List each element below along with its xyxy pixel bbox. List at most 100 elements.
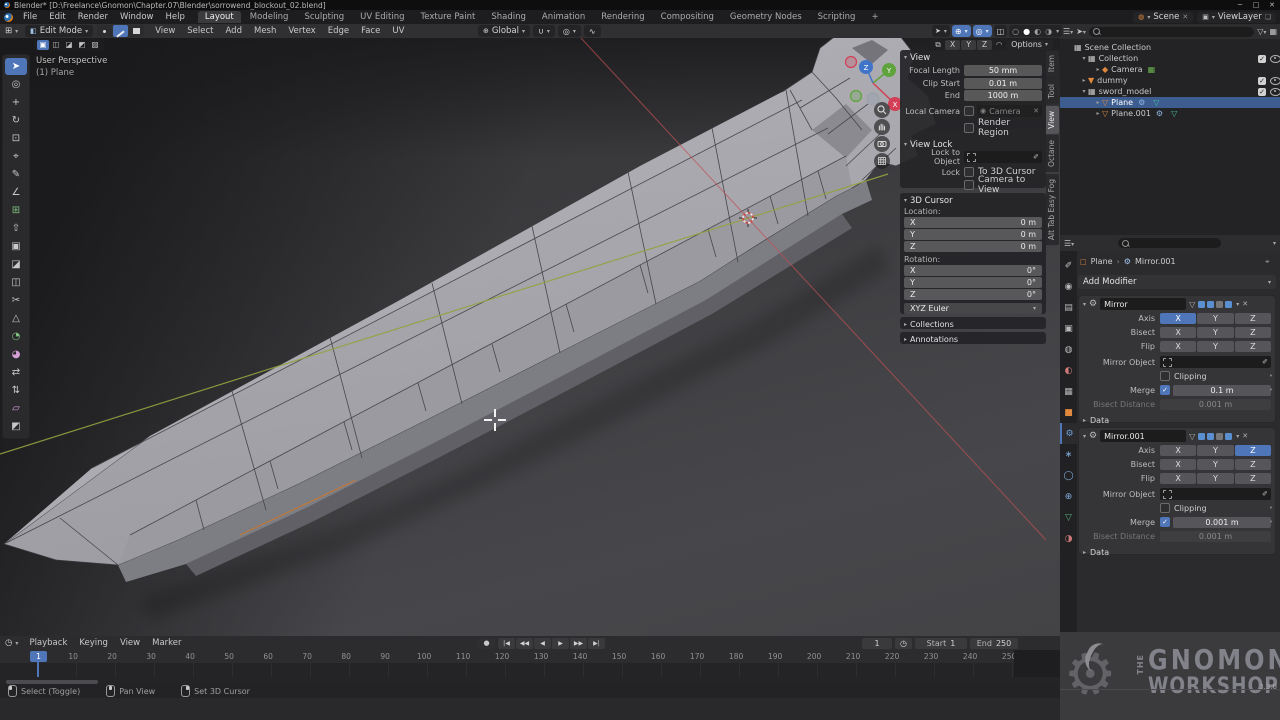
properties-tab-output[interactable]: ▤: [1060, 297, 1077, 318]
workspace-tab-uv-editing[interactable]: UV Editing: [353, 11, 411, 23]
properties-tab-physics[interactable]: ◯: [1060, 465, 1077, 486]
modifier-0-flip-y-button[interactable]: Y: [1197, 341, 1233, 352]
collections-panel[interactable]: ▸Collections: [900, 317, 1046, 329]
properties-tab-render[interactable]: ◉: [1060, 276, 1077, 297]
viewport-menu-edge[interactable]: Edge: [322, 26, 355, 36]
cursor-rotation-z-field[interactable]: Z0°: [904, 289, 1042, 300]
maximize-button[interactable]: □: [1248, 1, 1264, 10]
current-frame-indicator[interactable]: 1: [30, 651, 47, 662]
modifier-1-axis-z-button[interactable]: Z: [1235, 445, 1271, 456]
close-button[interactable]: ✕: [1264, 1, 1280, 10]
minimize-button[interactable]: ─: [1232, 1, 1248, 10]
mirror-object-field[interactable]: ✐: [1160, 356, 1271, 368]
properties-tab-view-layer[interactable]: ▣: [1060, 318, 1077, 339]
expand-icon[interactable]: ▸: [1083, 549, 1086, 556]
render-display-toggle[interactable]: [1225, 433, 1232, 440]
delete-modifier-icon[interactable]: ✕: [1242, 300, 1248, 308]
select-mode-option-1[interactable]: ◫: [50, 40, 62, 50]
workspace-tab-geometry-nodes[interactable]: Geometry Nodes: [723, 11, 809, 23]
modifier-1-flip-x-button[interactable]: X: [1160, 473, 1196, 484]
outliner-display-mode[interactable]: ☰▾: [1063, 27, 1073, 36]
workspace-tab-texture-paint[interactable]: Texture Paint: [414, 11, 483, 23]
menu-help[interactable]: Help: [159, 12, 190, 22]
realtime-display-toggle[interactable]: [1207, 301, 1214, 308]
select-mode-option-0[interactable]: ▣: [37, 40, 49, 50]
transform-orientation[interactable]: ⊕ Global ▾: [478, 25, 530, 37]
timeline-menu-playback[interactable]: Playback: [23, 638, 73, 648]
modifier-1-bisect-y-button[interactable]: Y: [1197, 459, 1233, 470]
jump-to-end-button[interactable]: ▶|: [588, 638, 605, 649]
vertex-select-button[interactable]: [97, 25, 112, 37]
modifier-0-bisect-x-button[interactable]: X: [1160, 327, 1196, 338]
pin-icon[interactable]: ⌖: [1265, 257, 1270, 267]
tool-inset-faces[interactable]: ▣: [5, 238, 27, 255]
new-collection-button[interactable]: ▦: [1269, 27, 1277, 36]
select-mode-option-3[interactable]: ◩: [76, 40, 88, 50]
expand-icon[interactable]: ▸: [1083, 417, 1086, 424]
axis-neg-x-handle[interactable]: [846, 57, 857, 68]
select-mode-option-2[interactable]: ◪: [63, 40, 75, 50]
tool-edge-slide[interactable]: ⇄: [5, 364, 27, 381]
menu-edit[interactable]: Edit: [43, 12, 71, 22]
outliner-filter-button[interactable]: ▽▾: [1257, 27, 1266, 36]
tool-cursor[interactable]: ◎: [5, 76, 27, 93]
tool-bevel[interactable]: ◪: [5, 256, 27, 273]
options-dropdown[interactable]: Options ▾: [1006, 40, 1053, 50]
axis-neg-z-handle[interactable]: [867, 93, 879, 105]
extras-menu-icon[interactable]: ▾: [1236, 433, 1239, 440]
render-display-toggle[interactable]: [1225, 301, 1232, 308]
modifier-1-flip-y-button[interactable]: Y: [1197, 473, 1233, 484]
outliner-row-sword_model[interactable]: ▾▦sword_model✓: [1060, 86, 1280, 97]
modifier-1-axis-y-button[interactable]: Y: [1197, 445, 1233, 456]
merge-threshold-field[interactable]: 0.001 m: [1173, 517, 1271, 528]
workspace-tab-scripting[interactable]: Scripting: [811, 11, 863, 23]
tool-measure[interactable]: ∠: [5, 184, 27, 201]
to-3d-cursor-checkbox[interactable]: [964, 167, 974, 177]
zoom-button[interactable]: [874, 102, 890, 118]
rendered-shading-icon[interactable]: ◑: [1045, 27, 1052, 36]
viewport-menu-vertex[interactable]: Vertex: [282, 26, 321, 36]
realtime-display-toggle[interactable]: [1207, 433, 1214, 440]
select-mode-option-4[interactable]: ▨: [89, 40, 101, 50]
clip-end-field[interactable]: 1000 m: [964, 90, 1042, 101]
tool-shear[interactable]: ▱: [5, 400, 27, 417]
tool-move[interactable]: +: [5, 94, 27, 111]
collapse-icon[interactable]: ▾: [1083, 301, 1086, 308]
modifier-0-axis-x-button[interactable]: X: [1160, 313, 1196, 324]
snapping-button[interactable]: ∩▾: [533, 25, 555, 37]
eye-icon[interactable]: [1270, 88, 1280, 96]
pan-button[interactable]: [874, 119, 890, 135]
timeline-menu-view[interactable]: View: [114, 638, 146, 648]
clipping-checkbox[interactable]: [1160, 503, 1170, 513]
breadcrumb-modifier[interactable]: Mirror.001: [1135, 257, 1176, 266]
unlink-icon[interactable]: ✕: [1182, 13, 1188, 21]
outliner-row-dummy[interactable]: ▸▼dummy✓: [1060, 75, 1280, 86]
tool-annotate[interactable]: ✎: [5, 166, 27, 183]
axis-neg-y-handle[interactable]: [851, 91, 862, 102]
vertex-group-filter-icon[interactable]: ▽: [1189, 432, 1195, 441]
symmetry-x-toggle[interactable]: X: [945, 40, 960, 50]
clipping-checkbox[interactable]: [1160, 371, 1170, 381]
tool-smooth[interactable]: ◕: [5, 346, 27, 363]
viewlayer-selector[interactable]: ▣▾ ViewLayer ❏: [1197, 12, 1276, 23]
tool-add-cube[interactable]: ⊞: [5, 202, 27, 219]
tool-extrude-region[interactable]: ⇧: [5, 220, 27, 237]
symmetry-z-toggle[interactable]: Z: [977, 40, 992, 50]
checkbox-icon[interactable]: ✓: [1258, 77, 1266, 85]
cursor-location-x-field[interactable]: X0 m: [904, 217, 1042, 228]
tool-loop-cut[interactable]: ◫: [5, 274, 27, 291]
expand-icon[interactable]: ▸: [1094, 110, 1102, 117]
viewport-menu-select[interactable]: Select: [181, 26, 219, 36]
camera-to-view-checkbox[interactable]: [964, 180, 974, 190]
modifier-0-axis-z-button[interactable]: Z: [1235, 313, 1271, 324]
xray-toggle[interactable]: ◫: [994, 25, 1008, 37]
pivot-point-button[interactable]: ◎▾: [558, 25, 581, 37]
end-frame-field[interactable]: End 250: [970, 638, 1018, 649]
sidebar-tab-item[interactable]: Item: [1046, 50, 1059, 77]
collapse-icon[interactable]: ▾: [904, 197, 907, 204]
tool-knife[interactable]: ✂: [5, 292, 27, 309]
falloff-icon[interactable]: ◠: [993, 40, 1005, 50]
outliner-row-camera[interactable]: ▸◆Camera▦: [1060, 64, 1280, 75]
outliner-row-plane[interactable]: ▸▽Plane⚙▽: [1060, 97, 1280, 108]
sidebar-tab-view[interactable]: View: [1046, 106, 1059, 134]
